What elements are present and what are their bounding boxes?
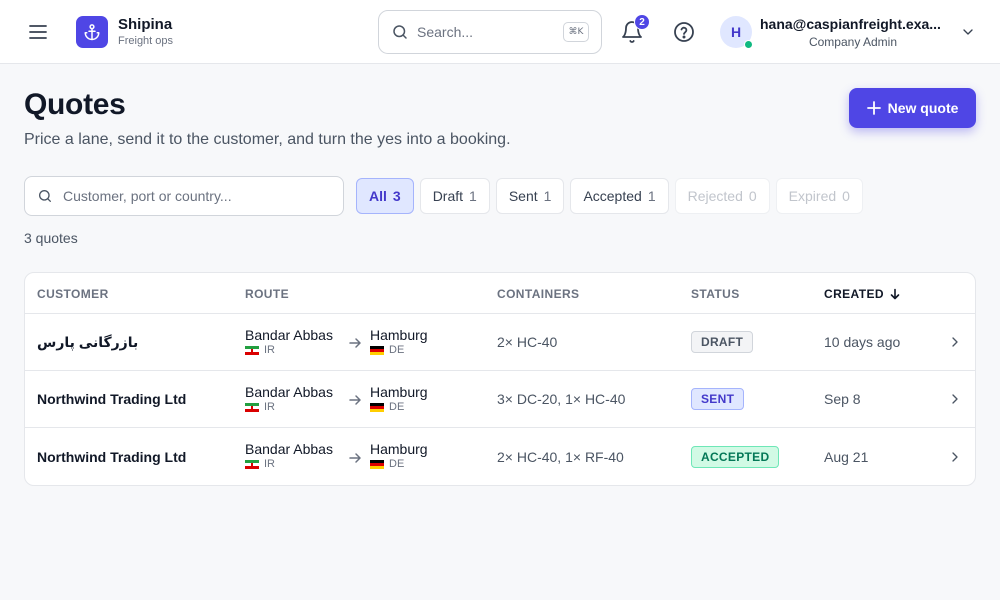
status-badge: DRAFT <box>691 331 754 353</box>
row-created: Sep 8 <box>824 391 861 407</box>
row-customer: Northwind Trading Ltd <box>37 449 187 465</box>
table-row[interactable]: Northwind Trading Ltd Bandar Abbas IR Ha… <box>25 428 975 485</box>
column-header-created-label: CREATED <box>824 287 884 301</box>
help-icon[interactable] <box>672 20 696 44</box>
row-created: Aug 21 <box>824 449 869 465</box>
arrow-right-icon <box>349 453 361 463</box>
iran-flag-icon <box>245 345 259 355</box>
row-customer: Northwind Trading Ltd <box>37 391 187 407</box>
filter-chip-label: Draft <box>432 188 464 204</box>
status-badge: SENT <box>691 388 745 410</box>
column-header-containers[interactable]: CONTAINERS <box>497 287 579 301</box>
filter-chip-label: All <box>369 188 387 204</box>
chevron-right-icon[interactable] <box>947 449 963 465</box>
arrow-right-icon <box>349 395 361 405</box>
quote-search-input[interactable]: Customer, port or country... <box>24 176 344 216</box>
search-placeholder: Search... <box>417 24 474 40</box>
route-origin: Bandar Abbas IR <box>245 441 333 470</box>
destination-country: DE <box>389 344 405 356</box>
user-role: Company Admin <box>808 35 898 49</box>
search-icon <box>393 25 407 39</box>
table-row[interactable]: Northwind Trading Ltd Bandar Abbas IR Ha… <box>25 371 975 428</box>
chevron-right-icon[interactable] <box>947 334 963 350</box>
column-header-created[interactable]: CREATED <box>824 287 901 301</box>
filter-chip-count: 3 <box>392 188 401 204</box>
row-containers: 2× HC-40 <box>497 334 558 350</box>
notification-count-badge: 2 <box>634 14 650 30</box>
filter-chip-count: 1 <box>543 188 552 204</box>
destination-country: DE <box>389 458 405 470</box>
top-bar: Shipina Freight ops Search... ⌘K 2 H han… <box>0 0 1000 64</box>
iran-flag-icon <box>245 459 259 469</box>
column-header-customer[interactable]: CUSTOMER <box>37 287 109 301</box>
plus-icon <box>866 101 881 115</box>
page-subtitle: Price a lane, send it to the customer, a… <box>24 131 511 148</box>
filter-chip-expired: Expired 0 <box>775 178 863 214</box>
status-badge: ACCEPTED <box>691 446 780 468</box>
page-title: Quotes <box>24 88 126 121</box>
origin-port: Bandar Abbas <box>245 327 333 343</box>
origin-port: Bandar Abbas <box>245 384 333 400</box>
filter-chip-label: Accepted <box>583 188 642 204</box>
germany-flag-icon <box>370 345 384 355</box>
chevron-down-icon[interactable] <box>960 24 976 40</box>
filter-chip-label: Sent <box>508 188 538 204</box>
filter-chip-accepted[interactable]: Accepted 1 <box>570 178 669 214</box>
destination-port: Hamburg <box>370 441 428 457</box>
origin-country: IR <box>264 458 275 470</box>
search-icon <box>39 190 51 202</box>
origin-country: IR <box>264 401 275 413</box>
table-row[interactable]: بازرگانی پارس Bandar Abbas IR Hamburg DE… <box>25 314 975 371</box>
origin-country: IR <box>264 344 275 356</box>
germany-flag-icon <box>370 402 384 412</box>
route-destination: Hamburg DE <box>370 327 428 356</box>
filter-chip-count: 1 <box>647 188 656 204</box>
app-name: Shipina <box>118 16 173 33</box>
column-header-status[interactable]: STATUS <box>691 287 740 301</box>
destination-country: DE <box>389 401 405 413</box>
route-destination: Hamburg DE <box>370 384 428 413</box>
search-shortcut-hint: ⌘K <box>563 22 589 42</box>
arrow-down-icon <box>890 288 900 300</box>
arrow-right-icon <box>349 338 361 348</box>
origin-port: Bandar Abbas <box>245 441 333 457</box>
anchor-icon[interactable] <box>76 16 108 48</box>
route-destination: Hamburg DE <box>370 441 428 470</box>
row-created: 10 days ago <box>824 334 901 350</box>
quotes-table: CUSTOMER ROUTE CONTAINERS STATUS CREATED… <box>24 272 976 486</box>
status-filter-chips: All 3 Draft 1 Sent 1 Accepted 1 Rejected… <box>356 178 863 214</box>
table-header: CUSTOMER ROUTE CONTAINERS STATUS CREATED <box>25 273 975 314</box>
destination-port: Hamburg <box>370 384 428 400</box>
filter-chip-label: Expired <box>788 188 837 204</box>
germany-flag-icon <box>370 459 384 469</box>
result-count: 3 quotes <box>24 230 78 246</box>
new-quote-label: New quote <box>887 100 959 116</box>
filter-chip-count: 0 <box>842 188 850 204</box>
filter-chip-count: 0 <box>748 188 757 204</box>
user-email[interactable]: hana@caspianfreight.exa... <box>760 16 946 32</box>
row-containers: 2× HC-40, 1× RF-40 <box>497 449 624 465</box>
new-quote-button[interactable]: New quote <box>849 88 976 128</box>
destination-port: Hamburg <box>370 327 428 343</box>
filter-chip-count: 1 <box>469 188 477 204</box>
chevron-right-icon[interactable] <box>947 391 963 407</box>
filter-chip-rejected: Rejected 0 <box>674 178 770 214</box>
row-containers: 3× DC-20, 1× HC-40 <box>497 391 626 407</box>
quote-search-placeholder: Customer, port or country... <box>63 188 232 204</box>
route-origin: Bandar Abbas IR <box>245 327 333 356</box>
filter-chip-label: Rejected <box>687 188 743 204</box>
iran-flag-icon <box>245 402 259 412</box>
column-header-route[interactable]: ROUTE <box>245 287 289 301</box>
filter-chip-all[interactable]: All 3 <box>356 178 414 214</box>
filter-chip-draft[interactable]: Draft 1 <box>419 178 490 214</box>
online-status-dot <box>744 40 753 49</box>
row-customer: بازرگانی پارس <box>37 334 139 350</box>
filter-chip-sent[interactable]: Sent 1 <box>495 178 565 214</box>
route-origin: Bandar Abbas IR <box>245 384 333 413</box>
global-search-input[interactable]: Search... ⌘K <box>378 10 602 54</box>
menu-icon[interactable] <box>24 20 52 44</box>
app-subtitle: Freight ops <box>118 35 174 47</box>
